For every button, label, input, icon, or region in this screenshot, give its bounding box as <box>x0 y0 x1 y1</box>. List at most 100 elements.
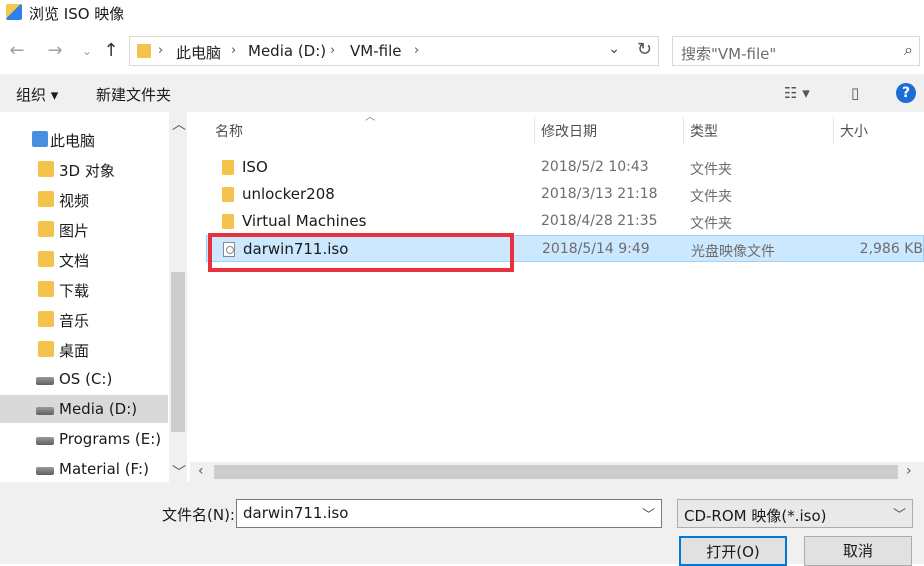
file-name: Virtual Machines <box>242 212 367 230</box>
search-box[interactable]: 搜索"VM-file" ⌕ <box>672 36 920 66</box>
horizontal-scrollbar[interactable]: ‹ › <box>190 462 924 482</box>
sidebar-item-media-d[interactable]: Media (D:) <box>0 395 168 423</box>
sidebar-item-videos[interactable]: 视频 <box>0 185 168 213</box>
sidebar-item-desktop[interactable]: 桌面 <box>0 335 168 363</box>
forward-button[interactable]: → <box>44 40 66 62</box>
toolbar: 组织 ▾ 新建文件夹 ☷ ▾ ▯ <box>0 74 924 112</box>
desktop-folder-icon <box>38 341 54 357</box>
downloads-folder-icon <box>38 281 54 297</box>
navigation-pane: 此电脑 3D 对象 视频 图片 文档 下载 音乐 桌面 OS (C:) Medi… <box>0 112 190 482</box>
search-placeholder[interactable]: 搜索"VM-file" <box>681 43 776 64</box>
help-icon[interactable]: ? <box>896 83 916 103</box>
sidebar-item-downloads[interactable]: 下载 <box>0 275 168 303</box>
column-header-date[interactable]: 修改日期 <box>541 121 597 141</box>
chevron-down-icon[interactable]: ﹀ <box>172 462 186 482</box>
scrollbar-thumb[interactable] <box>214 465 898 479</box>
file-row[interactable]: ISO 2018/5/2 10:43 文件夹 <box>206 154 924 181</box>
up-button[interactable]: ↑ <box>100 40 122 62</box>
preview-pane-icon[interactable]: ▯ <box>851 84 859 102</box>
search-icon[interactable]: ⌕ <box>904 40 913 60</box>
scrollbar-thumb[interactable] <box>171 272 185 432</box>
file-type: 文件夹 <box>690 216 732 232</box>
chevron-down-icon[interactable]: ⌄ <box>608 41 620 57</box>
navigation-scrollbar[interactable]: ︿ ﹀ <box>169 112 187 482</box>
column-divider[interactable] <box>833 117 834 145</box>
file-row[interactable]: unlocker208 2018/3/13 21:18 文件夹 <box>206 181 924 208</box>
filename-input[interactable] <box>243 504 623 522</box>
sidebar-item-label: 音乐 <box>59 312 90 330</box>
file-size: 2,986 KB <box>859 241 923 257</box>
file-name: unlocker208 <box>242 185 335 203</box>
new-folder-button[interactable]: 新建文件夹 <box>96 84 171 105</box>
file-date: 2018/5/2 10:43 <box>541 159 649 175</box>
address-bar[interactable]: › 此电脑 › Media (D:) › VM-file › ⌄ ↻ <box>129 36 659 66</box>
column-divider[interactable] <box>683 117 684 145</box>
sidebar-item-3d-objects[interactable]: 3D 对象 <box>0 155 168 183</box>
video-folder-icon <box>38 191 54 207</box>
column-header-type[interactable]: 类型 <box>690 121 718 141</box>
sidebar-item-label: 文档 <box>59 252 90 270</box>
back-button[interactable]: ← <box>6 40 28 62</box>
sidebar-item-label: 桌面 <box>59 342 90 360</box>
title-bar: 浏览 ISO 映像 <box>0 0 924 26</box>
sidebar-item-programs-e[interactable]: Programs (E:) <box>0 425 168 453</box>
chevron-left-icon[interactable]: ‹ <box>198 463 204 479</box>
annotation-highlight-box <box>208 233 514 272</box>
breadcrumb-media-d[interactable]: Media (D:) <box>248 42 326 60</box>
file-type: 文件夹 <box>690 189 732 205</box>
file-type-filter[interactable]: CD-ROM 映像(*.iso) ﹀ <box>677 499 913 528</box>
folder-icon <box>137 44 151 58</box>
folder-icon <box>38 161 54 177</box>
filename-combobox[interactable]: ﹀ <box>236 499 662 528</box>
sidebar-item-label: 图片 <box>59 222 90 240</box>
breadcrumb-separator[interactable]: › <box>158 43 163 58</box>
sidebar-item-label: 下载 <box>59 282 90 300</box>
cancel-button[interactable]: 取消 <box>804 536 912 566</box>
breadcrumb-separator[interactable]: › <box>231 43 236 58</box>
refresh-icon[interactable]: ↻ <box>637 39 652 60</box>
sidebar-item-documents[interactable]: 文档 <box>0 245 168 273</box>
folder-icon <box>222 214 234 229</box>
sidebar-item-label: Material (F:) <box>59 460 149 478</box>
chevron-down-icon[interactable]: ﹀ <box>893 504 906 523</box>
breadcrumb-vm-file[interactable]: VM-file <box>350 42 401 60</box>
breadcrumb-this-pc[interactable]: 此电脑 <box>176 42 221 63</box>
column-divider[interactable] <box>534 117 535 145</box>
column-header-size[interactable]: 大小 <box>840 121 868 141</box>
window-title: 浏览 ISO 映像 <box>29 5 125 23</box>
organize-button[interactable]: 组织 ▾ <box>16 84 58 105</box>
file-type: 光盘映像文件 <box>691 244 775 260</box>
file-date: 2018/3/13 21:18 <box>541 186 658 202</box>
sidebar-item-pictures[interactable]: 图片 <box>0 215 168 243</box>
drive-icon <box>36 437 54 445</box>
sidebar-item-music[interactable]: 音乐 <box>0 305 168 333</box>
view-options-icon[interactable]: ☷ ▾ <box>784 84 810 102</box>
sidebar-item-label: Media (D:) <box>59 400 138 418</box>
documents-folder-icon <box>38 251 54 267</box>
chevron-up-icon[interactable]: ︿ <box>172 114 186 134</box>
folder-icon <box>222 160 234 175</box>
sidebar-item-material-f[interactable]: Material (F:) <box>0 455 168 483</box>
file-row[interactable]: Virtual Machines 2018/4/28 21:35 文件夹 <box>206 208 924 235</box>
sidebar-item-label: Programs (E:) <box>59 430 162 448</box>
pictures-folder-icon <box>38 221 54 237</box>
file-type: 文件夹 <box>690 162 732 178</box>
column-headers: 名称 修改日期 类型 大小 <box>206 115 924 145</box>
chevron-right-icon[interactable]: › <box>906 463 912 479</box>
music-folder-icon <box>38 311 54 327</box>
computer-icon <box>32 131 48 147</box>
file-date: 2018/5/14 9:49 <box>542 241 650 257</box>
windows-drive-icon <box>36 377 54 385</box>
sidebar-item-os-c[interactable]: OS (C:) <box>0 365 168 393</box>
sidebar-item-label: 3D 对象 <box>59 162 115 180</box>
sidebar-item-this-pc[interactable]: 此电脑 <box>0 125 168 153</box>
open-button[interactable]: 打开(O) <box>679 536 787 566</box>
breadcrumb-separator[interactable]: › <box>414 43 419 58</box>
recent-locations-button[interactable]: ⌄ <box>76 40 98 62</box>
chevron-down-icon[interactable]: ﹀ <box>642 504 655 523</box>
column-header-name[interactable]: 名称 <box>215 121 243 141</box>
breadcrumb-separator[interactable]: › <box>330 43 335 58</box>
folder-icon <box>222 187 234 202</box>
file-date: 2018/4/28 21:35 <box>541 213 658 229</box>
filter-value: CD-ROM 映像(*.iso) <box>684 507 827 525</box>
